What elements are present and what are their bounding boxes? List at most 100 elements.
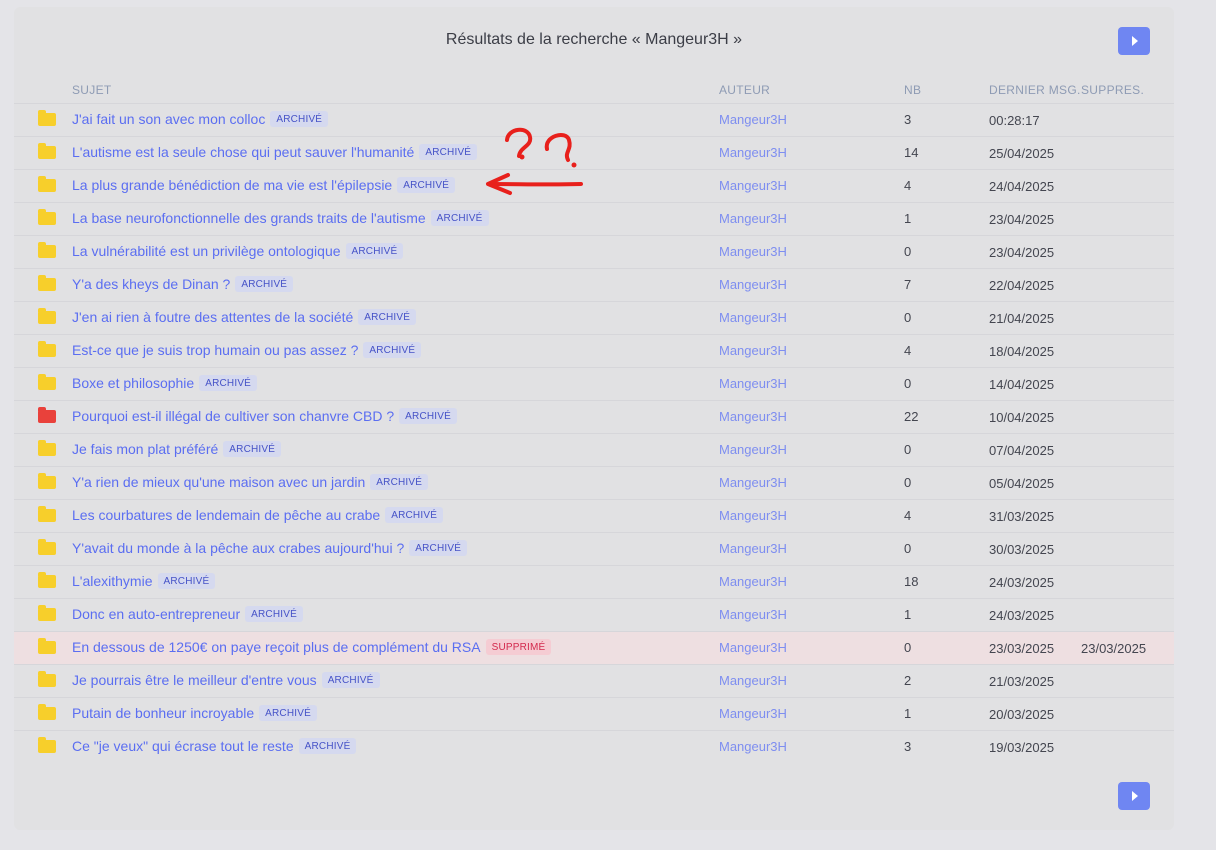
table-row[interactable]: Y'a des kheys de Dinan ? ARCHIVÉ Mangeur3H…	[14, 268, 1174, 301]
topic-title[interactable]: Y'a des kheys de Dinan ?	[72, 276, 230, 292]
topic-link[interactable]: Ce "je veux" qui écrase tout le reste ARC…	[72, 738, 357, 754]
table-row[interactable]: Donc en auto-entrepreneur ARCHIVÉ Mangeur3…	[14, 598, 1174, 631]
table-row[interactable]: Y'avait du monde à la pêche aux crabes a…	[14, 532, 1174, 565]
topic-link[interactable]: Putain de bonheur incroyable ARCHIVÉ	[72, 705, 317, 721]
table-row[interactable]: Boxe et philosophie ARCHIVÉ Mangeur3H 0 14/0…	[14, 367, 1174, 400]
topic-link[interactable]: La vulnérabilité est un privilège ontolo…	[72, 243, 404, 259]
table-row[interactable]: J'ai fait un son avec mon colloc ARCHIVÉ M…	[14, 103, 1174, 136]
topic-link[interactable]: Y'a rien de mieux qu'une maison avec un …	[72, 474, 429, 490]
author-link[interactable]: Mangeur3H	[719, 376, 787, 391]
topic-title[interactable]: Y'a rien de mieux qu'une maison avec un …	[72, 474, 365, 490]
topic-link[interactable]: Pourquoi est-il illégal de cultiver son …	[72, 408, 458, 424]
header-nb: NB	[904, 83, 922, 97]
author-link[interactable]: Mangeur3H	[719, 739, 787, 754]
topic-title[interactable]: Je fais mon plat préféré	[72, 441, 218, 457]
author-link[interactable]: Mangeur3H	[719, 673, 787, 688]
last-message-date: 24/03/2025	[989, 608, 1055, 623]
table-row[interactable]: Putain de bonheur incroyable ARCHIVÉ Mange…	[14, 697, 1174, 730]
table-row[interactable]: J'en ai rien à foutre des attentes de la…	[14, 301, 1174, 334]
topic-link[interactable]: La base neurofonctionnelle des grands tr…	[72, 210, 489, 226]
author-link[interactable]: Mangeur3H	[719, 640, 787, 655]
topic-link[interactable]: En dessous de 1250€ on paye reçoit plus …	[72, 639, 552, 655]
topic-title[interactable]: Est-ce que je suis trop humain ou pas as…	[72, 342, 358, 358]
folder-icon	[38, 506, 56, 522]
topic-title[interactable]: Boxe et philosophie	[72, 375, 194, 391]
topic-link[interactable]: L'autisme est la seule chose qui peut sa…	[72, 144, 478, 160]
author-link[interactable]: Mangeur3H	[719, 112, 787, 127]
topic-link[interactable]: Les courbatures de lendemain de pêche au…	[72, 507, 444, 523]
topic-title[interactable]: Pourquoi est-il illégal de cultiver son …	[72, 408, 394, 424]
topic-title[interactable]: Y'avait du monde à la pêche aux crabes a…	[72, 540, 404, 556]
author-link[interactable]: Mangeur3H	[719, 706, 787, 721]
topic-link[interactable]: J'en ai rien à foutre des attentes de la…	[72, 309, 417, 325]
table-row[interactable]: Pourquoi est-il illégal de cultiver son …	[14, 400, 1174, 433]
next-page-button-top[interactable]	[1118, 27, 1150, 55]
last-message-date: 18/04/2025	[989, 344, 1055, 359]
topic-link[interactable]: L'alexithymie ARCHIVÉ	[72, 573, 216, 589]
table-row[interactable]: Les courbatures de lendemain de pêche au…	[14, 499, 1174, 532]
author-link[interactable]: Mangeur3H	[719, 541, 787, 556]
author-link[interactable]: Mangeur3H	[719, 409, 787, 424]
folder-icon	[38, 308, 56, 324]
topic-title[interactable]: La vulnérabilité est un privilège ontolo…	[72, 243, 341, 259]
table-row[interactable]: L'alexithymie ARCHIVÉ Mangeur3H 18 24/03/202…	[14, 565, 1174, 598]
last-message-date: 19/03/2025	[989, 740, 1055, 755]
next-page-button-bottom[interactable]	[1118, 782, 1150, 810]
topic-title[interactable]: L'alexithymie	[72, 573, 153, 589]
status-badge: ARCHIVÉ	[430, 210, 489, 226]
author-link[interactable]: Mangeur3H	[719, 310, 787, 325]
topic-title[interactable]: Ce "je veux" qui écrase tout le reste	[72, 738, 294, 754]
header-suppression: SUPPRES.	[1081, 83, 1145, 97]
author-link[interactable]: Mangeur3H	[719, 343, 787, 358]
author-link[interactable]: Mangeur3H	[719, 244, 787, 259]
author-link[interactable]: Mangeur3H	[719, 574, 787, 589]
topic-link[interactable]: Est-ce que je suis trop humain ou pas as…	[72, 342, 422, 358]
topic-title[interactable]: J'en ai rien à foutre des attentes de la…	[72, 309, 353, 325]
table-row[interactable]: Ce "je veux" qui écrase tout le reste ARC…	[14, 730, 1174, 763]
author-link[interactable]: Mangeur3H	[719, 178, 787, 193]
table-row[interactable]: La base neurofonctionnelle des grands tr…	[14, 202, 1174, 235]
topic-title[interactable]: J'ai fait un son avec mon colloc	[72, 111, 265, 127]
topic-link[interactable]: Donc en auto-entrepreneur ARCHIVÉ	[72, 606, 303, 622]
topic-link[interactable]: Boxe et philosophie ARCHIVÉ	[72, 375, 258, 391]
table-row[interactable]: Je pourrais être le meilleur d'entre vou…	[14, 664, 1174, 697]
topic-title[interactable]: En dessous de 1250€ on paye reçoit plus …	[72, 639, 481, 655]
message-count: 0	[904, 640, 912, 655]
topic-link[interactable]: La plus grande bénédiction de ma vie est…	[72, 177, 456, 193]
topic-link[interactable]: Y'avait du monde à la pêche aux crabes a…	[72, 540, 468, 556]
topic-title[interactable]: Je pourrais être le meilleur d'entre vou…	[72, 672, 317, 688]
topic-title[interactable]: Putain de bonheur incroyable	[72, 705, 254, 721]
table-row[interactable]: En dessous de 1250€ on paye reçoit plus …	[14, 631, 1174, 664]
topic-title[interactable]: Les courbatures de lendemain de pêche au…	[72, 507, 380, 523]
last-message-date: 24/04/2025	[989, 179, 1055, 194]
table-row[interactable]: La vulnérabilité est un privilège ontolo…	[14, 235, 1174, 268]
author-link[interactable]: Mangeur3H	[719, 475, 787, 490]
last-message-date: 31/03/2025	[989, 509, 1055, 524]
header-auteur: AUTEUR	[719, 83, 771, 97]
status-badge: ARCHIVÉ	[419, 144, 478, 160]
table-row[interactable]: Y'a rien de mieux qu'une maison avec un …	[14, 466, 1174, 499]
folder-icon	[38, 440, 56, 456]
topic-title[interactable]: L'autisme est la seule chose qui peut sa…	[72, 144, 414, 160]
topic-title[interactable]: La plus grande bénédiction de ma vie est…	[72, 177, 392, 193]
message-count: 7	[904, 277, 912, 292]
author-link[interactable]: Mangeur3H	[719, 277, 787, 292]
author-link[interactable]: Mangeur3H	[719, 442, 787, 457]
message-count: 3	[904, 112, 912, 127]
author-link[interactable]: Mangeur3H	[719, 607, 787, 622]
author-link[interactable]: Mangeur3H	[719, 211, 787, 226]
topic-link[interactable]: Je fais mon plat préféré ARCHIVÉ	[72, 441, 282, 457]
deletion-date: 23/03/2025	[1081, 641, 1147, 656]
topic-title[interactable]: Donc en auto-entrepreneur	[72, 606, 240, 622]
topic-title[interactable]: La base neurofonctionnelle des grands tr…	[72, 210, 426, 226]
topic-link[interactable]: J'ai fait un son avec mon colloc ARCHIVÉ	[72, 111, 329, 127]
topic-link[interactable]: Je pourrais être le meilleur d'entre vou…	[72, 672, 380, 688]
author-link[interactable]: Mangeur3H	[719, 145, 787, 160]
message-count: 1	[904, 706, 912, 721]
table-row[interactable]: Je fais mon plat préféré ARCHIVÉ Mangeur3H…	[14, 433, 1174, 466]
topic-link[interactable]: Y'a des kheys de Dinan ? ARCHIVÉ	[72, 276, 294, 292]
table-row[interactable]: La plus grande bénédiction de ma vie est…	[14, 169, 1174, 202]
table-row[interactable]: Est-ce que je suis trop humain ou pas as…	[14, 334, 1174, 367]
author-link[interactable]: Mangeur3H	[719, 508, 787, 523]
table-row[interactable]: L'autisme est la seule chose qui peut sa…	[14, 136, 1174, 169]
